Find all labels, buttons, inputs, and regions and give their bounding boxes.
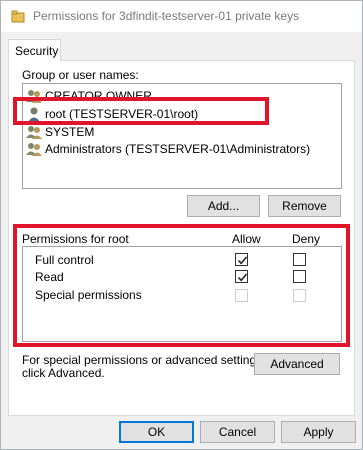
permission-name: Read [35,270,64,284]
list-item[interactable]: CREATOR OWNER [26,87,152,104]
permissions-list: Full control Read Special permissions [22,246,342,342]
group-user-list[interactable]: CREATOR OWNER root (TESTSERVER-01\root) … [22,83,342,189]
shield-folder-icon [11,10,25,24]
allow-special-permissions-checkbox [235,289,248,302]
advanced-button[interactable]: Advanced [254,353,340,375]
deny-full-control-checkbox[interactable] [293,253,306,266]
ok-button[interactable]: OK [119,421,194,443]
user-group-icon [26,88,42,104]
advanced-help-text-line2: click Advanced. [22,366,105,380]
list-item-label: SYSTEM [45,124,95,139]
deny-special-permissions-checkbox [293,289,306,302]
advanced-help-text-line1: For special permissions or advanced sett… [22,353,266,367]
user-group-icon [26,141,42,157]
list-item-label: CREATOR OWNER [45,88,152,103]
add-button[interactable]: Add... [187,195,260,217]
group-list-label: Group or user names: [22,68,139,82]
user-group-icon [26,124,42,140]
remove-button[interactable]: Remove [268,195,341,217]
apply-button[interactable]: Apply [281,421,356,443]
user-icon [26,106,42,122]
list-item-label: Administrators (TESTSERVER-01\Administra… [45,141,311,156]
window-title: Permissions for 3dfindit-testserver-01 p… [33,9,300,23]
permission-name: Special permissions [35,288,142,302]
allow-full-control-checkbox[interactable] [235,253,248,266]
cancel-button[interactable]: Cancel [200,421,275,443]
list-item-selected[interactable]: root (TESTSERVER-01\root) [26,105,198,122]
title-bar[interactable]: Permissions for 3dfindit-testserver-01 p… [1,1,362,32]
permissions-header: Permissions for root [22,232,129,246]
list-item[interactable]: SYSTEM [26,123,94,140]
list-item[interactable]: Administrators (TESTSERVER-01\Administra… [26,140,310,157]
deny-read-checkbox[interactable] [293,270,306,283]
list-item-label: root (TESTSERVER-01\root) [45,106,199,121]
permissions-dialog: Permissions for 3dfindit-testserver-01 p… [0,0,363,450]
allow-column-header: Allow [232,232,261,246]
allow-read-checkbox[interactable] [235,270,248,283]
tab-security[interactable]: Security [8,39,61,61]
permission-name: Full control [35,253,94,267]
deny-column-header: Deny [292,232,321,246]
